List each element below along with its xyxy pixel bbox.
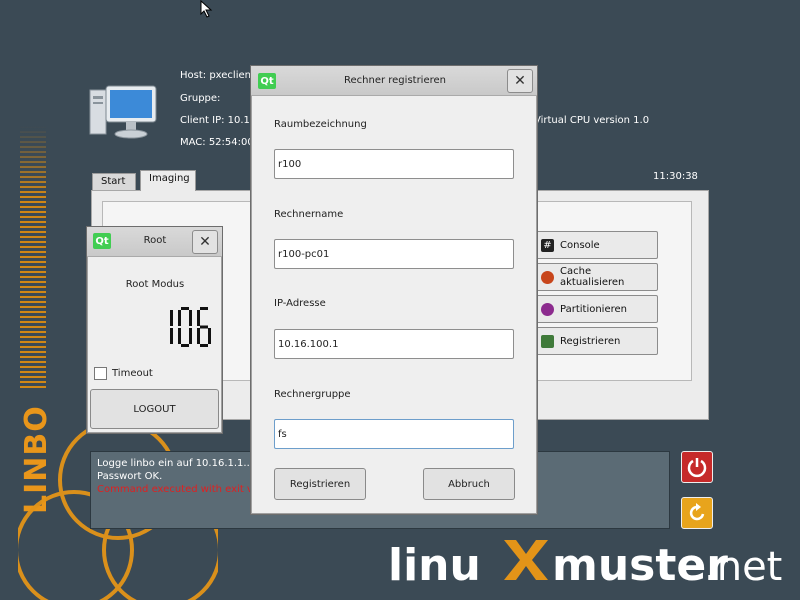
timeout-label: Timeout — [112, 368, 153, 379]
linuxmuster-logo: linu muster .net — [388, 540, 782, 591]
submit-register-button[interactable]: Registrieren — [274, 468, 366, 500]
log-line-error: Command executed with exit valu — [97, 484, 269, 495]
countdown-display — [170, 307, 211, 347]
register-icon — [541, 334, 554, 348]
tab-imaging[interactable]: Imaging — [140, 170, 196, 191]
linbo-stripes-decoration — [20, 126, 46, 388]
partition-button[interactable]: Partitionieren — [536, 295, 658, 323]
seven-segment-b — [189, 310, 192, 326]
room-label: Raumbezeichnung — [274, 119, 367, 130]
close-icon[interactable]: ✕ — [192, 230, 218, 254]
seven-segment-e — [197, 328, 200, 344]
log-line: Logge linbo ein auf 10.16.1.1... — [97, 458, 253, 469]
timeout-checkbox[interactable] — [94, 367, 107, 380]
register-dialog-title: Rechner registrieren — [344, 75, 446, 86]
root-mode-label: Root Modus — [125, 279, 185, 290]
x-mark-icon — [504, 540, 548, 580]
log-line: Passwort OK. — [97, 471, 163, 482]
power-icon — [687, 458, 707, 478]
group-label: Rechnergruppe — [274, 389, 351, 400]
group-label: Gruppe: — [180, 93, 221, 104]
register-button[interactable]: Registrieren — [536, 327, 658, 355]
svg-text:muster: muster — [552, 540, 728, 591]
cache-update-button[interactable]: Cache aktualisieren — [536, 263, 658, 291]
partition-label: Partitionieren — [560, 303, 627, 315]
clock: 11:30:38 — [653, 171, 698, 182]
root-dialog: Qt Root ✕ Root Modus Timeout LOGOUT — [86, 226, 223, 434]
seven-segment-g — [200, 325, 208, 329]
computer-icon — [89, 85, 157, 139]
host-label: Host: pxeclient — [180, 70, 255, 81]
seven-segment-a — [181, 307, 189, 310]
close-icon[interactable]: ✕ — [507, 69, 533, 93]
cache-refresh-icon — [541, 270, 554, 284]
svg-text:.net: .net — [704, 544, 782, 590]
group-input[interactable]: fs — [274, 419, 514, 449]
client-ip-label: Client IP: 10.16 — [180, 115, 257, 126]
ip-address-input[interactable]: 10.16.100.1 — [274, 329, 514, 359]
terminal-icon: # — [541, 238, 554, 252]
svg-text:linu: linu — [388, 540, 481, 591]
register-dialog: Qt Rechner registrieren ✕ Raumbezeichnun… — [250, 65, 538, 515]
register-dialog-titlebar[interactable]: Qt Rechner registrieren ✕ — [251, 66, 537, 96]
partition-icon — [541, 302, 554, 316]
logout-button[interactable]: LOGOUT — [90, 389, 219, 429]
cpu-label: Virtual CPU version 1.0 — [534, 115, 650, 126]
seven-segment-e — [178, 328, 181, 344]
mouse-cursor-icon — [200, 0, 213, 18]
seven-segment-c — [170, 328, 173, 344]
seven-segment-c — [208, 328, 211, 344]
console-button[interactable]: # Console — [536, 231, 658, 259]
tab-start[interactable]: Start — [92, 173, 136, 190]
cancel-button[interactable]: Abbruch — [423, 468, 515, 500]
room-input[interactable]: r100 — [274, 149, 514, 179]
seven-segment-b — [170, 310, 173, 326]
hostname-input[interactable]: r100-pc01 — [274, 239, 514, 269]
reboot-icon — [689, 503, 705, 521]
root-dialog-titlebar[interactable]: Qt Root ✕ — [87, 227, 222, 257]
seven-segment-c — [189, 328, 192, 344]
seven-segment-f — [178, 310, 181, 326]
seven-segment-d — [200, 344, 208, 347]
cache-update-label: Cache aktualisieren — [560, 266, 625, 288]
register-label: Registrieren — [560, 335, 621, 347]
mac-label: MAC: 52:54:00 — [180, 137, 254, 148]
seven-segment-f — [197, 310, 200, 326]
reboot-button[interactable] — [681, 497, 713, 529]
shutdown-button[interactable] — [681, 451, 713, 483]
seven-segment-d — [181, 344, 189, 347]
console-label: Console — [560, 239, 600, 251]
ip-address-label: IP-Adresse — [274, 298, 326, 309]
hostname-label: Rechnername — [274, 209, 344, 220]
seven-segment-a — [200, 307, 208, 310]
